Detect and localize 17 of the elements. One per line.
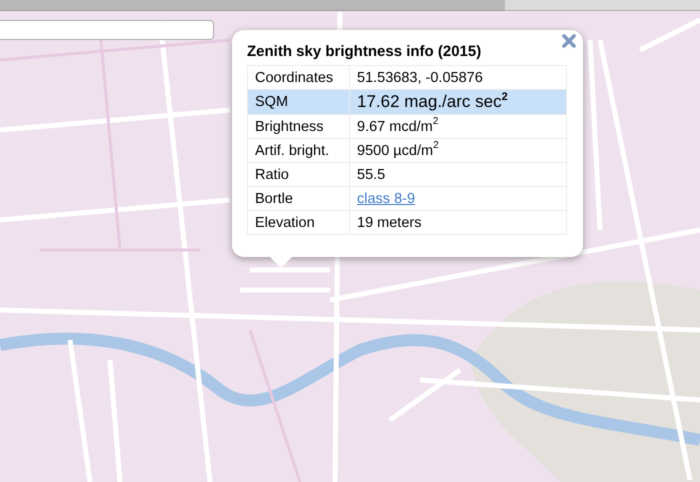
search-field[interactable] xyxy=(0,20,214,40)
row-value: 51.53683, -0.05876 xyxy=(350,66,566,90)
row-value: 17.62 mag./arc sec$^{2}$ xyxy=(350,90,566,114)
close-icon[interactable] xyxy=(562,34,576,48)
row-label: Ratio xyxy=(248,162,350,186)
class-link[interactable]: class 8-9 xyxy=(357,190,416,206)
row-label: Bortle xyxy=(248,186,350,210)
row-label: SQM xyxy=(248,90,350,114)
row-label: Artif. bright. xyxy=(248,138,350,162)
popup-title: Zenith sky brightness info (2015) xyxy=(247,43,482,60)
row-label: Brightness xyxy=(248,114,350,138)
row-value: 9.67 mcd/m$^{2}$ xyxy=(350,114,566,138)
row-value: 9500 µcd/m$^{2}$ xyxy=(350,138,566,162)
row-label: Elevation xyxy=(248,210,350,234)
row-value: 55.5 xyxy=(350,162,566,186)
row-value: 19 meters xyxy=(350,210,566,234)
row-label: Coordinates xyxy=(248,66,350,90)
